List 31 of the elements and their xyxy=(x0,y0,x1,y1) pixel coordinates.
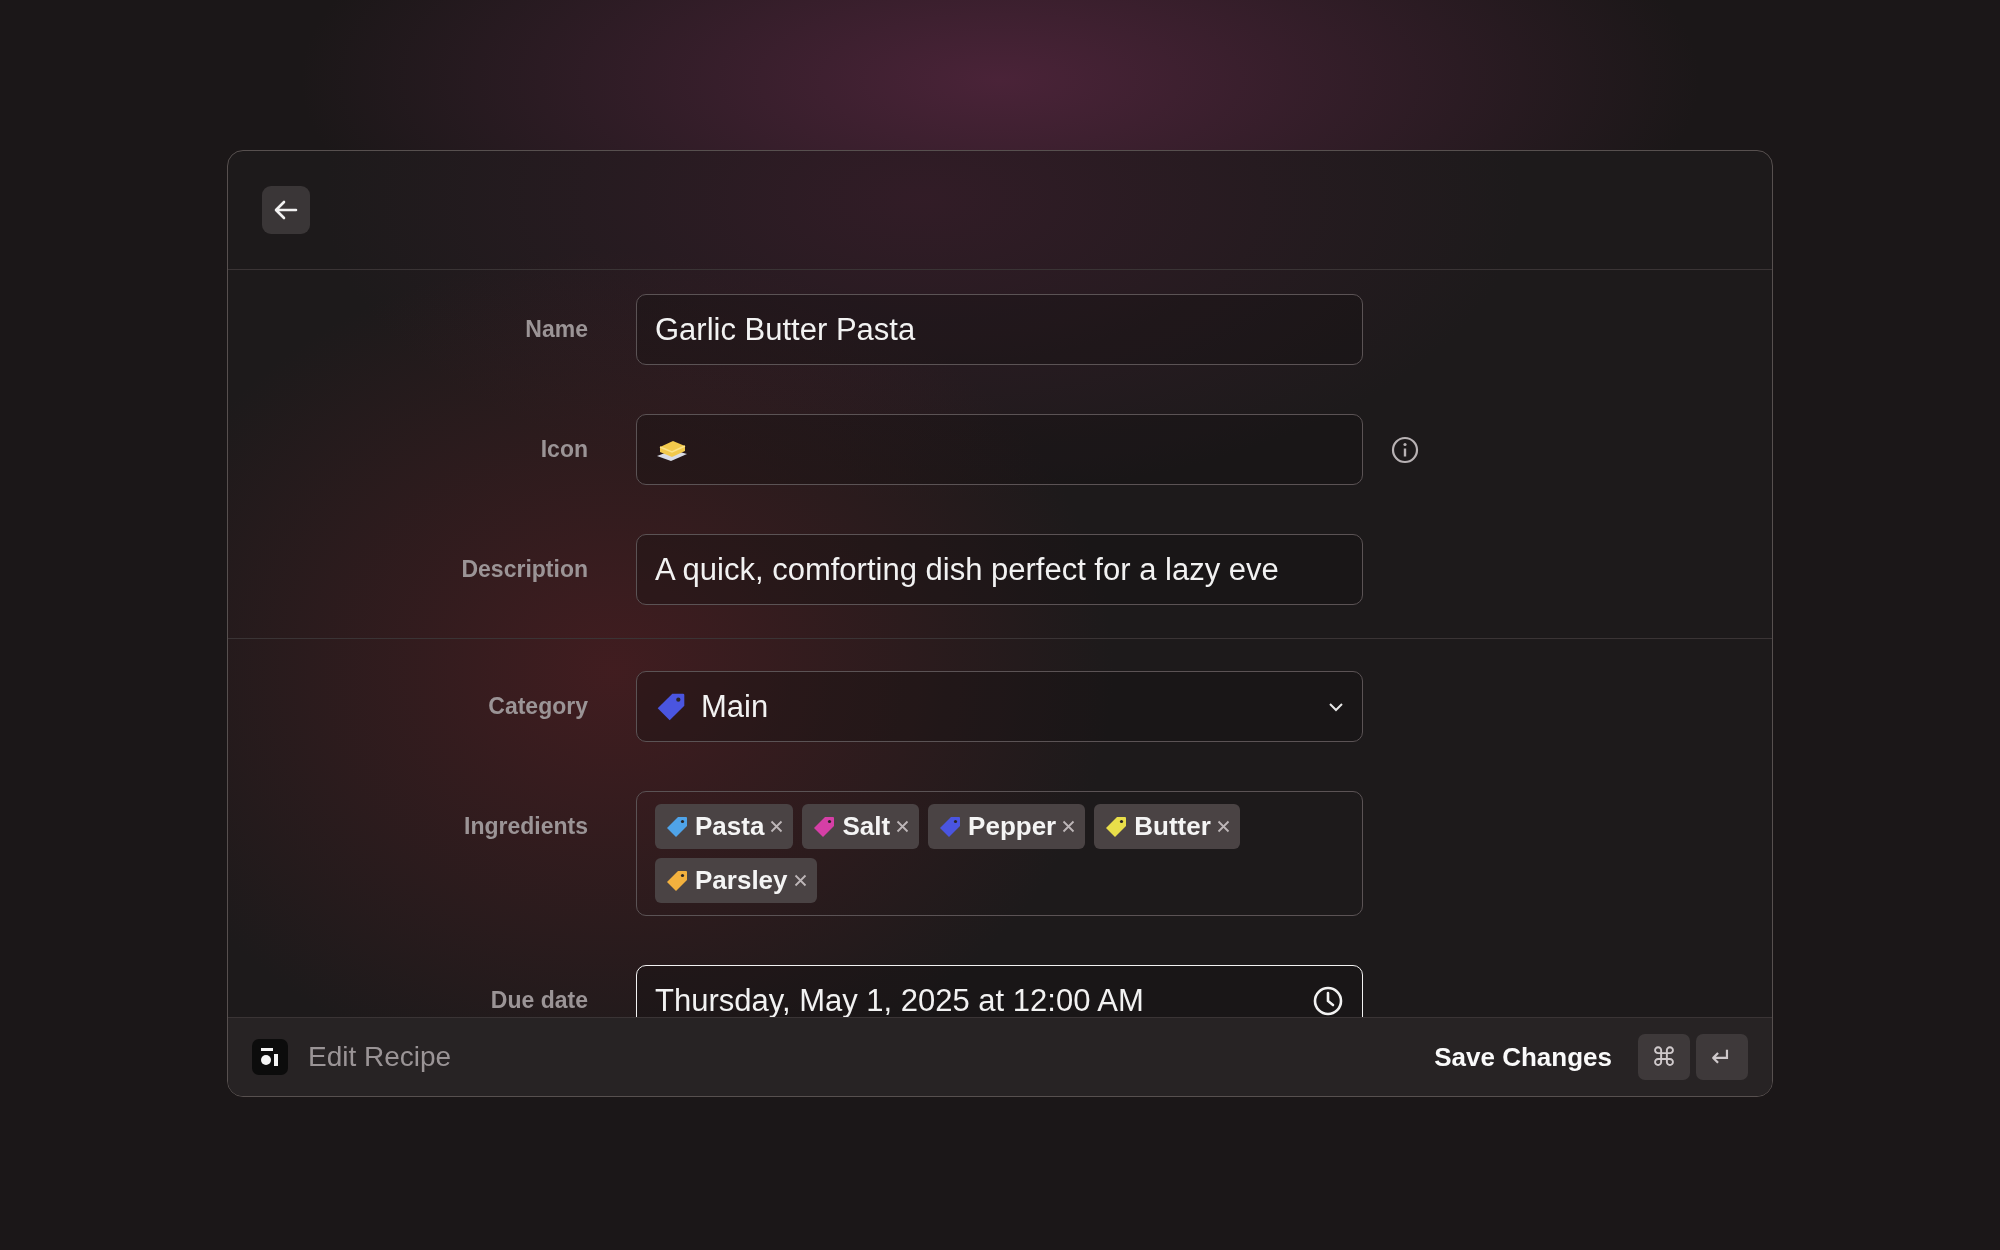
icon-field[interactable] xyxy=(636,414,1363,485)
ingredient-tag[interactable]: Pasta xyxy=(655,804,794,849)
ingredient-tag[interactable]: Parsley xyxy=(655,858,817,903)
category-select[interactable]: Main xyxy=(636,671,1363,742)
chevron-down-icon xyxy=(1328,701,1344,712)
ingredient-tag[interactable]: Butter xyxy=(1094,804,1240,849)
field-label: Name xyxy=(525,315,588,344)
app-logo-icon xyxy=(252,1039,288,1075)
back-arrow-icon xyxy=(274,200,298,220)
back-button[interactable] xyxy=(262,186,310,234)
remove-icon[interactable] xyxy=(1216,820,1230,833)
text-field[interactable]: Garlic Butter Pasta xyxy=(636,294,1363,365)
footer-title: Edit Recipe xyxy=(308,1041,453,1073)
remove-icon[interactable] xyxy=(793,874,807,887)
field-label: Due date xyxy=(490,986,588,1015)
remove-icon[interactable] xyxy=(770,820,784,833)
shortcut-key: ⌘ xyxy=(1638,1034,1690,1080)
shortcut-key: ↵ xyxy=(1696,1034,1748,1080)
field-label: Category xyxy=(488,692,588,721)
clock-icon xyxy=(1312,984,1344,1017)
field-label: Icon xyxy=(540,435,588,464)
info-icon[interactable] xyxy=(1391,435,1419,464)
ingredient-tag[interactable]: Pepper xyxy=(928,804,1086,849)
field-label: Ingredients xyxy=(464,812,588,841)
field-label: Description xyxy=(461,555,588,584)
text-field[interactable]: A quick, comforting dish perfect for a lazy eve xyxy=(636,534,1363,605)
ingredient-tag[interactable]: Salt xyxy=(802,804,920,849)
remove-icon[interactable] xyxy=(1062,820,1076,833)
save-changes-button[interactable]: Save Changes xyxy=(1428,1041,1618,1073)
remove-icon[interactable] xyxy=(896,820,910,833)
tags-field[interactable]: Pasta Salt Pepper Butter Parsley xyxy=(636,791,1363,916)
